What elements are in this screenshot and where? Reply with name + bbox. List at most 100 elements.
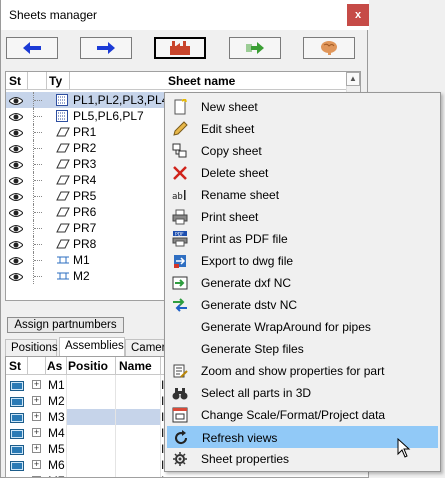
assembly-row[interactable]: + M7 I xyxy=(6,473,368,477)
dstv-icon xyxy=(172,297,188,313)
menu-item-new-sheet[interactable]: New sheet xyxy=(167,96,438,118)
expand-icon[interactable]: + xyxy=(32,444,41,453)
gear-icon xyxy=(172,451,188,467)
name-cell xyxy=(116,409,160,425)
monitor-icon xyxy=(10,460,24,474)
menu-item-copy-sheet[interactable]: Copy sheet xyxy=(167,140,438,162)
col-st[interactable]: St xyxy=(9,74,21,88)
menu-item-label: Generate dxf NC xyxy=(201,276,292,290)
menu-item-delete-sheet[interactable]: Delete sheet xyxy=(167,162,438,184)
expand-icon[interactable]: + xyxy=(32,380,41,389)
sheet-name: PR2 xyxy=(73,141,97,155)
assembly-name: M5 xyxy=(48,442,65,456)
forward-button[interactable] xyxy=(80,37,132,59)
eye-icon[interactable] xyxy=(8,111,24,125)
col-sheet-name[interactable]: Sheet name xyxy=(168,74,235,88)
monitor-icon xyxy=(10,444,24,458)
menu-item-label: Edit sheet xyxy=(201,122,255,136)
eye-icon[interactable] xyxy=(8,159,24,173)
tree-line xyxy=(33,268,51,284)
close-button[interactable]: x xyxy=(347,4,369,26)
dwg-export-icon xyxy=(172,253,188,269)
expand-icon[interactable]: + xyxy=(32,428,41,437)
svg-text:ab: ab xyxy=(172,192,183,202)
tree-line xyxy=(33,188,51,204)
eye-icon[interactable] xyxy=(8,271,24,285)
eye-icon[interactable] xyxy=(8,223,24,237)
refresh-icon xyxy=(173,430,189,446)
menu-item-export-to-dwg-file[interactable]: Export to dwg file xyxy=(167,250,438,272)
profile-icon xyxy=(56,206,70,220)
assign-partnumbers-button[interactable]: Assign partnumbers xyxy=(7,317,124,333)
brain-button[interactable] xyxy=(303,37,355,59)
svg-text:PDF: PDF xyxy=(175,232,184,238)
eye-icon[interactable] xyxy=(8,239,24,253)
menu-item-zoom-and-show-properties-for-part[interactable]: Zoom and show properties for part xyxy=(167,360,438,382)
menu-item-generate-step-files[interactable]: Generate Step files xyxy=(167,338,438,360)
eye-icon[interactable] xyxy=(8,207,24,221)
blank-icon xyxy=(172,341,188,357)
expand-icon[interactable]: + xyxy=(32,396,41,405)
col-position[interactable]: Positio xyxy=(68,359,108,373)
position-cell xyxy=(67,425,115,441)
dxf-icon xyxy=(172,275,188,291)
menu-item-label: New sheet xyxy=(201,100,258,114)
profile-icon xyxy=(56,190,70,204)
factory-button[interactable] xyxy=(154,37,206,59)
export-button[interactable] xyxy=(229,37,281,59)
menu-item-edit-sheet[interactable]: Edit sheet xyxy=(167,118,438,140)
col-name[interactable]: Name xyxy=(119,359,152,373)
menu-item-select-all-parts-in-3d[interactable]: Select all parts in 3D xyxy=(167,382,438,404)
position-cell xyxy=(67,441,115,457)
name-cell xyxy=(116,473,160,477)
binoculars-icon xyxy=(172,385,188,401)
printer-icon xyxy=(172,209,188,225)
sheet-name: PR1 xyxy=(73,125,97,139)
scale-icon xyxy=(172,407,188,423)
menu-item-label: Change Scale/Format/Project data xyxy=(201,408,386,422)
sheet-name: PR7 xyxy=(73,221,97,235)
eye-icon[interactable] xyxy=(8,143,24,157)
sheets-table-header: St Ty Sheet name xyxy=(6,72,360,90)
green-arrow-icon xyxy=(246,42,264,54)
eye-icon[interactable] xyxy=(8,95,24,109)
monitor-icon xyxy=(10,428,24,442)
menu-item-rename-sheet[interactable]: ab Rename sheet xyxy=(167,184,438,206)
brain-icon xyxy=(321,41,337,55)
back-button[interactable] xyxy=(6,37,58,59)
eye-icon[interactable] xyxy=(8,255,24,269)
arrow-left-icon xyxy=(23,42,41,54)
window-title: Sheets manager xyxy=(9,8,98,22)
col-ty[interactable]: Ty xyxy=(49,74,62,88)
arrow-right-icon xyxy=(97,42,115,54)
eye-icon[interactable] xyxy=(8,127,24,141)
position-cell xyxy=(67,393,115,409)
mouse-cursor-icon xyxy=(397,438,411,458)
sheet-name: PR8 xyxy=(73,237,97,251)
tree-line xyxy=(33,124,51,140)
factory-icon xyxy=(170,41,190,55)
expand-icon[interactable]: + xyxy=(32,460,41,469)
tree-line xyxy=(33,140,51,156)
tab-positions[interactable]: Positions xyxy=(5,339,58,356)
eye-icon[interactable] xyxy=(8,191,24,205)
assembly-name: M4 xyxy=(48,426,65,440)
eye-icon[interactable] xyxy=(8,175,24,189)
assembly-name: M7 xyxy=(48,474,65,477)
menu-item-print-sheet[interactable]: Print sheet xyxy=(167,206,438,228)
tab-assemblies[interactable]: Assemblies xyxy=(59,337,125,356)
monitor-icon xyxy=(10,396,24,410)
menu-item-generate-dxf-nc[interactable]: Generate dxf NC xyxy=(167,272,438,294)
menu-item-generate-wraparound-for-pipes[interactable]: Generate WrapAround for pipes xyxy=(167,316,438,338)
col-as[interactable]: As xyxy=(47,359,62,373)
menu-item-change-scale-format-project-data[interactable]: Change Scale/Format/Project data xyxy=(167,404,438,426)
menu-item-label: Rename sheet xyxy=(201,188,280,202)
expand-icon[interactable]: + xyxy=(32,412,41,421)
col-st2[interactable]: St xyxy=(9,359,21,373)
scroll-up-arrow[interactable]: ▲ xyxy=(346,72,360,86)
menu-item-print-as-pdf-file[interactable]: PDF Print as PDF file xyxy=(167,228,438,250)
menu-item-label: Refresh views xyxy=(202,431,278,445)
menu-item-generate-dstv-nc[interactable]: Generate dstv NC xyxy=(167,294,438,316)
menu-item-label: Export to dwg file xyxy=(201,254,294,268)
assembly-name: M6 xyxy=(48,458,65,472)
